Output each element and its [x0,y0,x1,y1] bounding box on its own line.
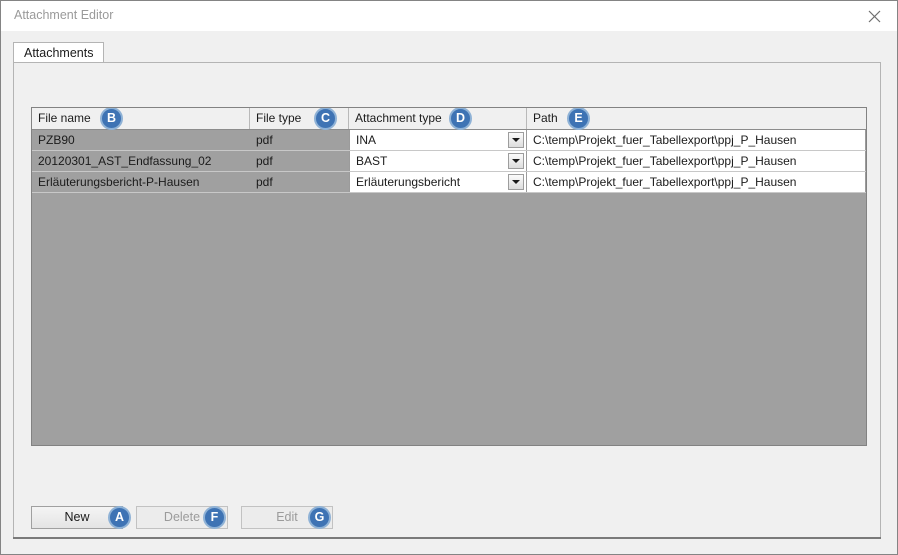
callout-badge-g: G [308,506,331,529]
cell-attachment-type-value: Erläuterungsbericht [356,175,461,189]
callout-badge-a: A [108,506,131,529]
close-icon[interactable] [851,1,897,31]
dialog-client-area: Attachments File name B File type C Atta… [1,31,897,554]
cell-attachment-type-combobox[interactable]: Erläuterungsbericht [349,172,527,192]
tab-attachments[interactable]: Attachments [13,42,105,63]
cell-file-type: pdf [250,172,349,192]
column-header-attachment-type-label: Attachment type [355,111,442,125]
cell-file-type: pdf [250,151,349,171]
cell-file-name: PZB90 [32,130,250,150]
cell-file-name: 20120301_AST_Endfassung_02 [32,151,250,171]
table-row[interactable]: PZB90 pdf INA C:\temp\Projekt_fuer_Tabel… [32,130,866,151]
grid-header-row: File name B File type C Attachment type … [32,108,866,130]
column-header-path-label: Path [533,111,558,125]
cell-file-name: Erläuterungsbericht-P-Hausen [32,172,250,192]
cell-attachment-type-value: INA [356,133,377,147]
callout-badge-b: B [100,108,123,130]
column-header-file-type[interactable]: File type C [250,108,349,130]
tab-strip: Attachments [13,42,881,63]
attachments-tab-panel: File name B File type C Attachment type … [13,62,881,539]
callout-badge-c: C [314,108,337,130]
callout-badge-f: F [203,506,226,529]
chevron-down-icon[interactable] [508,132,524,148]
window-title: Attachment Editor [14,8,114,22]
chevron-down-icon[interactable] [508,174,524,190]
cell-path: C:\temp\Projekt_fuer_Tabellexport\ppj_P_… [527,172,866,192]
column-header-file-name-label: File name [38,111,91,125]
cell-file-type: pdf [250,130,349,150]
cell-attachment-type-combobox[interactable]: BAST [349,151,527,171]
cell-path: C:\temp\Projekt_fuer_Tabellexport\ppj_P_… [527,130,866,150]
column-header-attachment-type[interactable]: Attachment type D [349,108,527,130]
callout-badge-d: D [449,108,472,130]
chevron-down-icon[interactable] [508,153,524,169]
cell-attachment-type-combobox[interactable]: INA [349,130,527,150]
cell-path: C:\temp\Projekt_fuer_Tabellexport\ppj_P_… [527,151,866,171]
attachment-editor-window: Attachment Editor Attachments File name … [0,0,898,555]
table-row[interactable]: 20120301_AST_Endfassung_02 pdf BAST C:\t… [32,151,866,172]
column-header-file-name[interactable]: File name B [32,108,250,130]
attachments-grid[interactable]: File name B File type C Attachment type … [31,107,867,446]
column-header-file-type-label: File type [256,111,302,125]
title-bar: Attachment Editor [1,1,897,31]
table-row[interactable]: Erläuterungsbericht-P-Hausen pdf Erläute… [32,172,866,193]
cell-attachment-type-value: BAST [356,154,388,168]
callout-badge-e: E [567,108,590,130]
column-header-path[interactable]: Path E [527,108,866,130]
